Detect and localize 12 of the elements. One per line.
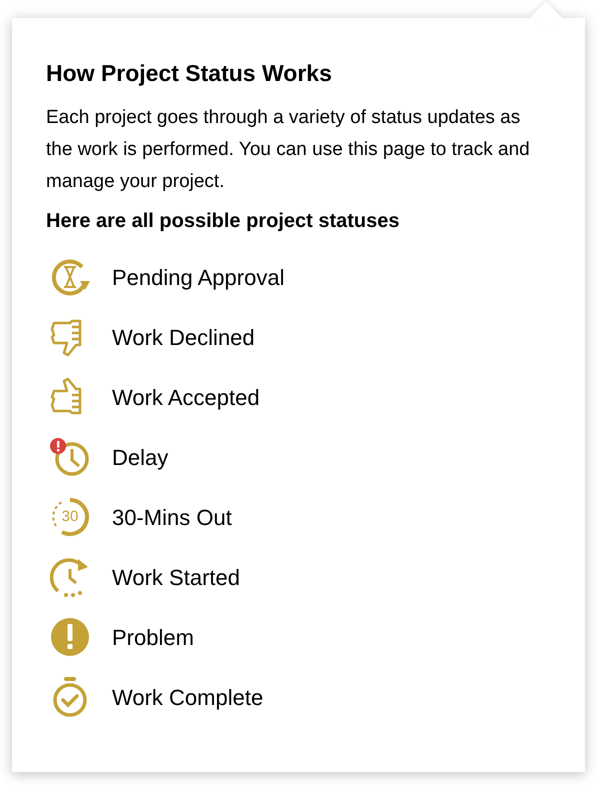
status-label: Work Accepted <box>112 384 260 412</box>
status-label: Work Started <box>112 564 240 592</box>
status-label: Work Complete <box>112 684 264 712</box>
list-heading: Here are all possible project statuses <box>46 209 400 234</box>
status-label: Delay <box>112 444 168 472</box>
description-text: Each project goes through a variety of status updates as the work is performed. You can use this page to track and manage your project. <box>46 106 531 194</box>
exclamation-icon <box>48 615 92 659</box>
status-label: 30-Mins Out <box>112 504 232 532</box>
status-label: Pending Approval <box>112 264 284 292</box>
popover-title: How Project Status Works <box>46 59 333 88</box>
status-label: Problem <box>112 624 194 652</box>
status-label: Work Declined <box>112 324 255 352</box>
